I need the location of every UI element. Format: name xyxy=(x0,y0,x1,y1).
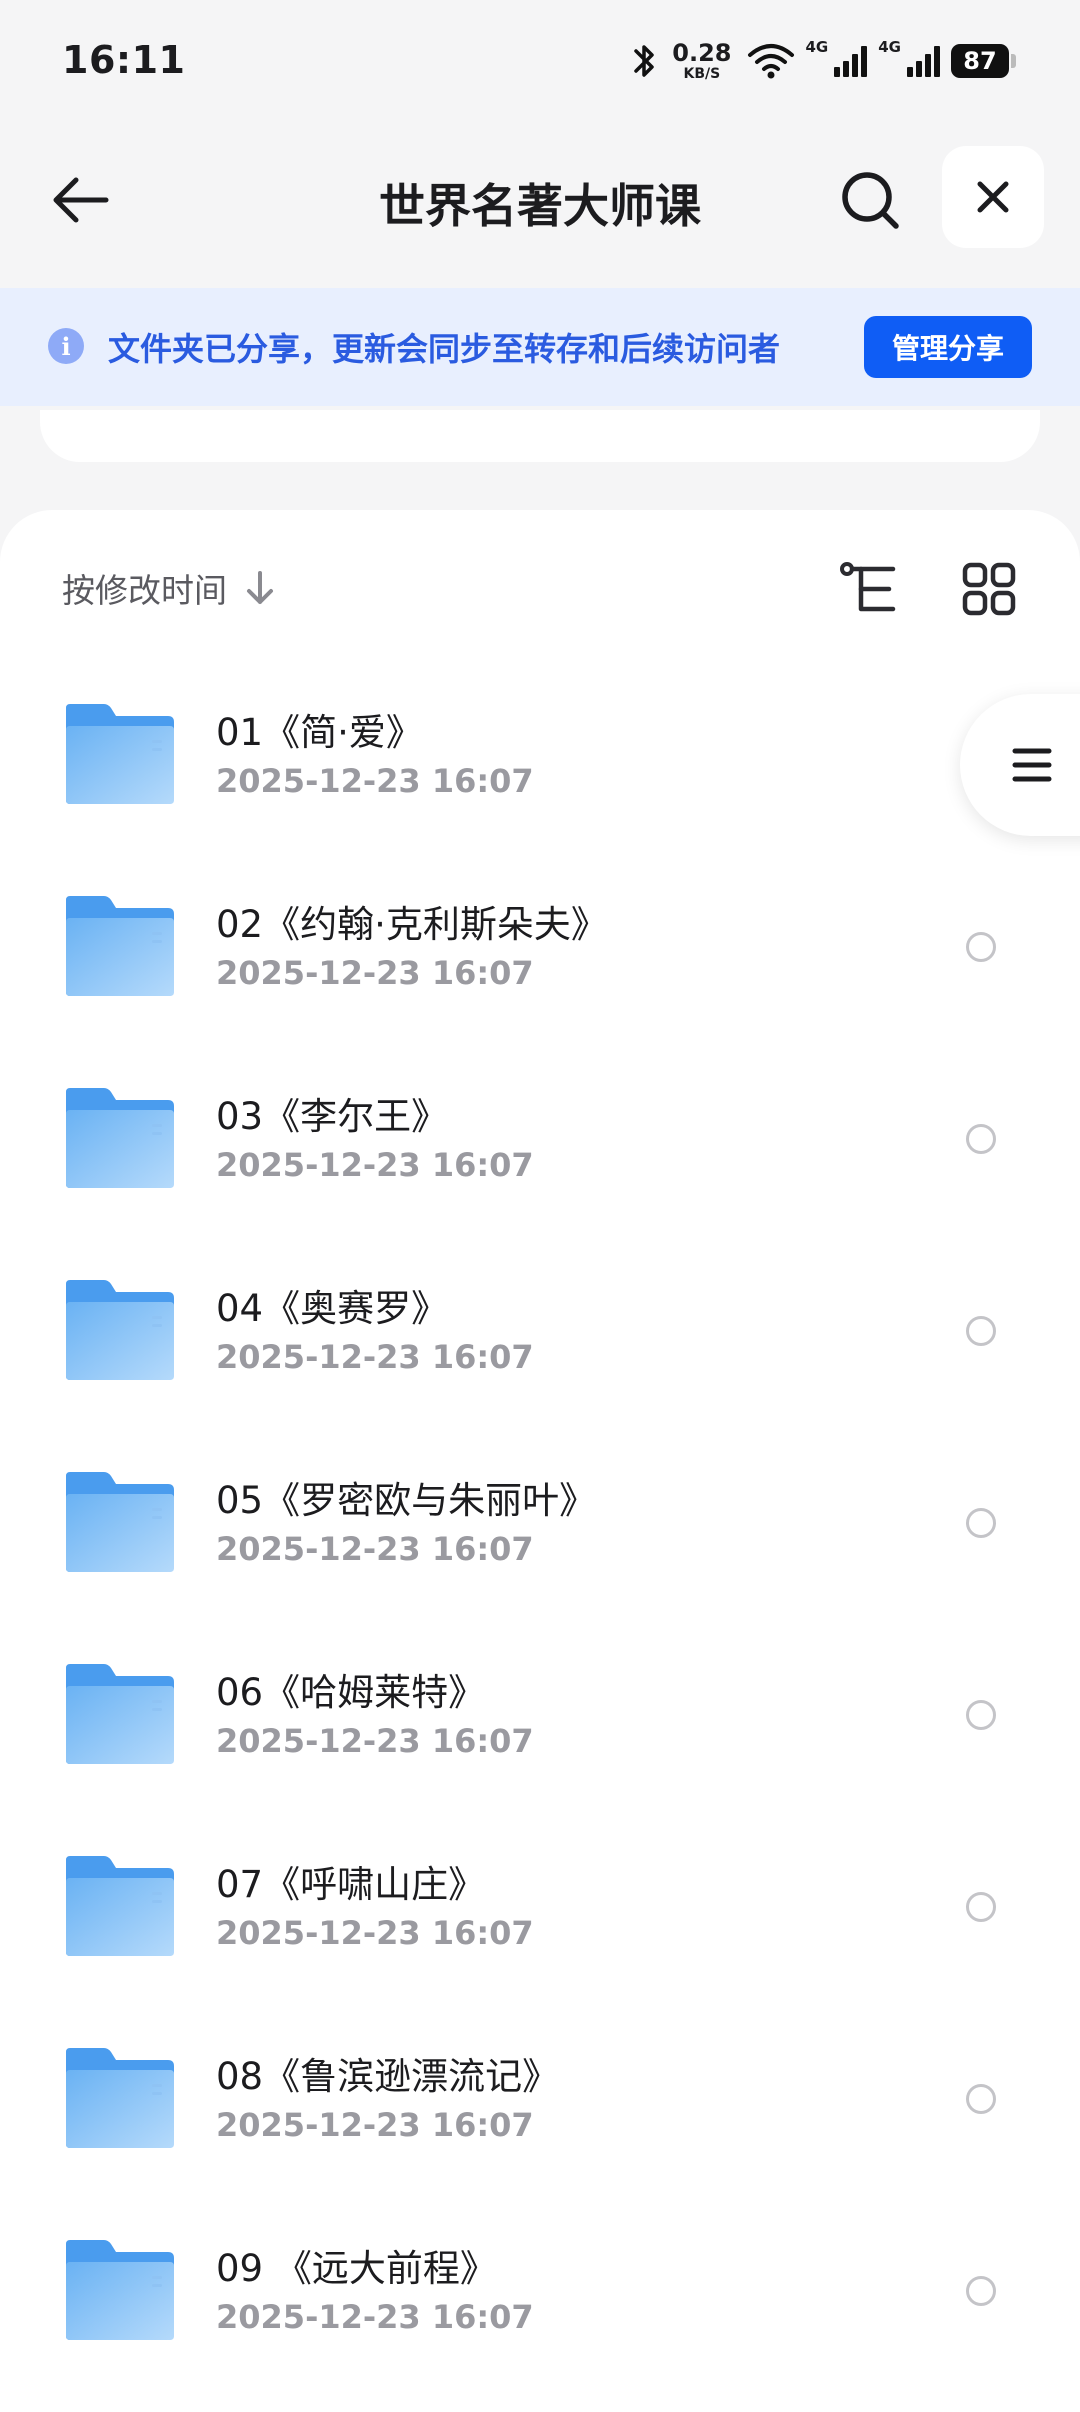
file-date: 2025-12-23 16:07 xyxy=(216,2106,534,2144)
signal-icon xyxy=(834,46,868,77)
share-banner: i 文件夹已分享，更新会同步至转存和后续访问者 管理分享 xyxy=(0,288,1080,406)
status-icons: 0.28 KB/S 4G 4G 87 xyxy=(632,36,1016,86)
file-name: 04《奥赛罗》 xyxy=(216,1287,449,1330)
file-list: 01《简·爱》 2025-12-23 16:07 02《约翰·克利斯朵夫》 20… xyxy=(0,662,1080,2390)
file-list-card: 按修改时间 01《简·爱》 2025-12-23 16:07 02《约翰·克利斯… xyxy=(0,510,1080,2412)
net-speed-unit: KB/S xyxy=(683,66,721,82)
tree-view-button[interactable] xyxy=(836,556,902,622)
folder-icon xyxy=(64,1470,176,1574)
status-time: 16:11 xyxy=(62,38,186,82)
header: 世界名著大师课 xyxy=(0,122,1080,288)
sort-button[interactable]: 按修改时间 xyxy=(62,564,275,612)
net-speed-value: 0.28 xyxy=(672,39,732,67)
folder-icon xyxy=(64,1662,176,1766)
share-message: 文件夹已分享，更新会同步至转存和后续访问者 xyxy=(108,330,781,368)
file-name: 03《李尔王》 xyxy=(216,1095,449,1138)
close-button[interactable] xyxy=(942,146,1044,248)
battery-tip xyxy=(1011,54,1016,68)
signal1-label: 4G xyxy=(805,38,829,56)
file-row[interactable]: 05《罗密欧与朱丽叶》 2025-12-23 16:07 xyxy=(0,1430,1080,1622)
file-row[interactable]: 08《鲁滨逊漂流记》 2025-12-23 16:07 xyxy=(0,2006,1080,2198)
select-radio[interactable] xyxy=(966,1124,996,1154)
file-name: 08《鲁滨逊漂流记》 xyxy=(216,2055,560,2098)
page-title: 世界名著大师课 xyxy=(379,179,701,233)
file-name: 09 《远大前程》 xyxy=(216,2247,497,2290)
file-row[interactable]: 07《呼啸山庄》 2025-12-23 16:07 xyxy=(0,1814,1080,2006)
select-radio[interactable] xyxy=(966,932,996,962)
search-icon xyxy=(842,172,899,229)
folder-icon xyxy=(64,1854,176,1958)
folder-icon xyxy=(64,894,176,998)
select-radio[interactable] xyxy=(966,1892,996,1922)
file-date: 2025-12-23 16:07 xyxy=(216,1146,534,1184)
file-row[interactable]: 09 《远大前程》 2025-12-23 16:07 xyxy=(0,2198,1080,2390)
file-date: 2025-12-23 16:07 xyxy=(216,762,534,800)
tree-view-icon xyxy=(840,562,896,612)
file-date: 2025-12-23 16:07 xyxy=(216,954,534,992)
status-bar: 16:11 0.28 KB/S 4G 4G 87 xyxy=(0,0,1080,122)
select-radio[interactable] xyxy=(966,1700,996,1730)
folder-icon xyxy=(64,2238,176,2342)
select-radio[interactable] xyxy=(966,2276,996,2306)
file-name: 05《罗密欧与朱丽叶》 xyxy=(216,1479,597,1522)
arrow-down-icon xyxy=(247,571,273,604)
file-name: 01《简·爱》 xyxy=(216,711,423,754)
file-row[interactable]: 02《约翰·克利斯朵夫》 2025-12-23 16:07 xyxy=(0,854,1080,1046)
file-name: 07《呼啸山庄》 xyxy=(216,1863,486,1906)
select-radio[interactable] xyxy=(966,1508,996,1538)
folder-icon xyxy=(64,2046,176,2150)
sort-label: 按修改时间 xyxy=(62,571,227,610)
battery-icon: 87 xyxy=(951,44,1009,78)
folder-icon xyxy=(64,702,176,806)
manage-share-button[interactable]: 管理分享 xyxy=(864,316,1032,378)
signal2-label: 4G xyxy=(878,38,901,56)
select-radio[interactable] xyxy=(966,2084,996,2114)
file-date: 2025-12-23 16:07 xyxy=(216,2298,534,2336)
file-row[interactable]: 03《李尔王》 2025-12-23 16:07 xyxy=(0,1046,1080,1238)
file-date: 2025-12-23 16:07 xyxy=(216,1530,534,1568)
bluetooth-icon xyxy=(634,45,655,77)
net-speed: 0.28 KB/S xyxy=(672,41,731,81)
menu-icon xyxy=(1012,748,1052,782)
file-row[interactable]: 06《哈姆莱特》 2025-12-23 16:07 xyxy=(0,1622,1080,1814)
grid-view-icon xyxy=(962,562,1016,616)
info-icon: i xyxy=(48,328,84,364)
upper-card-edge xyxy=(40,410,1040,462)
signal-icon xyxy=(907,46,940,77)
file-name: 02《约翰·克利斯朵夫》 xyxy=(216,903,608,946)
file-date: 2025-12-23 16:07 xyxy=(216,1914,534,1952)
file-row[interactable]: 01《简·爱》 2025-12-23 16:07 xyxy=(0,662,1080,854)
file-name: 06《哈姆莱特》 xyxy=(216,1671,486,1714)
list-toolbar: 按修改时间 xyxy=(0,550,1080,630)
close-icon xyxy=(977,181,1009,213)
file-date: 2025-12-23 16:07 xyxy=(216,1722,534,1760)
battery-level: 87 xyxy=(963,47,997,75)
file-date: 2025-12-23 16:07 xyxy=(216,1338,534,1376)
file-row[interactable]: 04《奥赛罗》 2025-12-23 16:07 xyxy=(0,1238,1080,1430)
folder-icon xyxy=(64,1086,176,1190)
search-button[interactable] xyxy=(832,162,908,238)
select-radio[interactable] xyxy=(966,1316,996,1346)
grid-view-button[interactable] xyxy=(956,556,1022,622)
wifi-icon xyxy=(747,44,794,79)
folder-icon xyxy=(64,1278,176,1382)
